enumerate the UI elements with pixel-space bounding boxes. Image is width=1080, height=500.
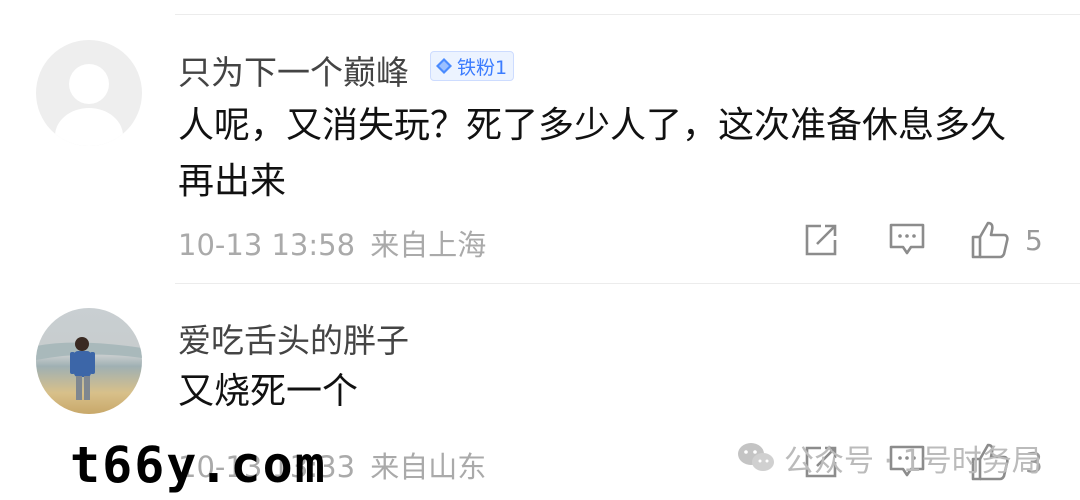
comment-text: 人呢，又消失玩？死了多少人了，这次准备休息多久 再出来 [178, 98, 1006, 210]
share-button[interactable] [803, 222, 839, 262]
top-divider [175, 14, 1080, 15]
account-watermark-label: 公众号 · 1号时务局 [784, 444, 1042, 479]
account-watermark: 公众号 · 1号时务局 [736, 436, 1042, 480]
share-icon [805, 224, 837, 256]
avatar[interactable] [36, 308, 142, 414]
diamond-icon [436, 58, 452, 74]
comment-text: 又烧死一个 [178, 364, 358, 420]
thumbs-up-icon [971, 221, 1009, 259]
username[interactable]: 爱吃舌头的胖子 [178, 314, 409, 362]
badge-label: 铁粉1 [457, 56, 508, 79]
reply-button[interactable] [888, 222, 926, 262]
comment-meta: 10-13 13:58 来自上海 [178, 222, 486, 264]
comment-text-line: 再出来 [178, 161, 287, 202]
like-count: 5 [1025, 224, 1043, 257]
site-watermark: t66y.com [70, 436, 327, 494]
like-button[interactable] [970, 220, 1010, 264]
username[interactable]: 只为下一个巅峰 [178, 46, 409, 94]
comment-text-line: 人呢，又消失玩？死了多少人了，这次准备休息多久 [178, 105, 1007, 146]
user-photo-icon [36, 337, 142, 400]
default-avatar-icon [55, 64, 123, 146]
timestamp: 10-13 13:58 [178, 228, 356, 262]
location: 来自上海 [370, 228, 487, 262]
wechat-icon [738, 443, 774, 471]
location: 来自山东 [370, 450, 487, 484]
comment-text-line: 又烧死一个 [178, 371, 359, 412]
avatar[interactable] [36, 40, 142, 146]
fan-badge: 铁粉1 [430, 51, 515, 81]
comment-divider [175, 283, 1080, 284]
comment-icon [889, 223, 925, 255]
